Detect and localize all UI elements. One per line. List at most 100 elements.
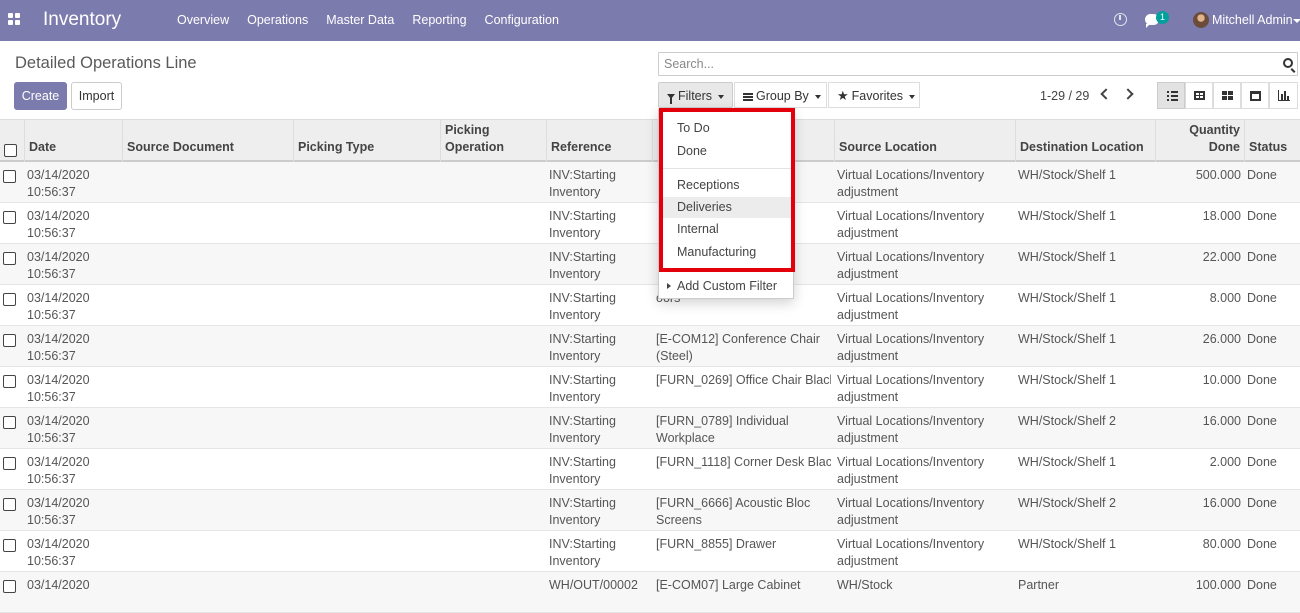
cell-quantity-done: 18.000	[1202, 209, 1241, 223]
table-row[interactable]: 03/14/2020 10:56:37 INV:Starting Inventory V…	[0, 162, 1300, 203]
cell-reference: INV:Starting Inventory	[549, 209, 616, 240]
cell-source-location: Virtual Locations/Inventory adjustment	[837, 414, 985, 445]
cell-date: 03/14/2020	[27, 578, 90, 592]
cell-product: [FURN_8855] Drawer	[656, 537, 777, 551]
cell-product: [FURN_0269] Office Chair Black	[656, 373, 831, 387]
row-checkbox[interactable]	[3, 375, 16, 388]
column-source-location[interactable]: Source Location	[834, 120, 1015, 162]
cell-source-location: Virtual Locations/Inventory adjustment	[837, 250, 985, 281]
column-picking-type[interactable]: Picking Type	[293, 120, 440, 162]
page-title: Detailed Operations Line	[15, 54, 197, 72]
import-button[interactable]: Import	[71, 82, 122, 110]
cell-status: Done	[1247, 455, 1277, 469]
cell-reference: INV:Starting Inventory	[549, 496, 616, 527]
pager-value[interactable]: 1-29 / 29	[1040, 89, 1089, 103]
cell-status: Done	[1247, 496, 1277, 510]
cell-source-location: Virtual Locations/Inventory adjustment	[837, 537, 985, 568]
user-name[interactable]: Mitchell Admin	[1212, 13, 1293, 27]
search-bar	[658, 52, 1298, 76]
cell-date: 03/14/2020 10:56:37	[27, 455, 90, 486]
row-checkbox[interactable]	[3, 170, 16, 183]
filters-button[interactable]: Filters	[658, 82, 733, 108]
column-reference[interactable]: Reference	[546, 120, 652, 162]
select-all-checkbox[interactable]	[4, 144, 17, 157]
cell-date: 03/14/2020 10:56:37	[27, 168, 90, 199]
list-view-icon[interactable]	[1157, 82, 1185, 109]
pivot-view-icon[interactable]	[1185, 82, 1213, 109]
cell-status: Done	[1247, 168, 1277, 182]
search-icon[interactable]	[1283, 58, 1293, 68]
activity-clock-icon[interactable]	[1114, 13, 1127, 26]
cell-destination-location: WH/Stock/Shelf 1	[1018, 291, 1116, 305]
cell-reference: INV:Starting Inventory	[549, 537, 616, 568]
table-header: Date Source Document Picking Type Pickin…	[0, 119, 1300, 162]
cell-source-location: Virtual Locations/Inventory adjustment	[837, 168, 985, 199]
row-checkbox[interactable]	[3, 334, 16, 347]
app-name[interactable]: Inventory	[43, 9, 121, 31]
row-checkbox[interactable]	[3, 498, 16, 511]
cell-status: Done	[1247, 414, 1277, 428]
cell-status: Done	[1247, 209, 1277, 223]
table-row[interactable]: 03/14/2020 10:56:37 INV:Starting Inventory V…	[0, 203, 1300, 244]
cell-quantity-done: 16.000	[1202, 414, 1241, 428]
cell-reference: INV:Starting Inventory	[549, 332, 616, 363]
search-input[interactable]	[659, 53, 1259, 75]
column-quantity-done[interactable]: Quantity Done	[1155, 120, 1244, 162]
add-custom-filter[interactable]: Add Custom Filter	[663, 276, 791, 297]
star-icon: ★	[837, 88, 849, 103]
user-menu-caret-icon[interactable]	[1293, 19, 1300, 23]
cell-destination-location: Partner	[1018, 578, 1059, 592]
cell-quantity-done: 2.000	[1209, 455, 1241, 469]
cell-date: 03/14/2020 10:56:37	[27, 373, 90, 404]
caret-down-icon	[718, 94, 725, 99]
cell-destination-location: WH/Stock/Shelf 1	[1018, 250, 1116, 264]
graph-view-icon[interactable]	[1269, 82, 1298, 109]
kanban-view-icon[interactable]	[1213, 82, 1241, 109]
cell-reference: INV:Starting Inventory	[549, 250, 616, 281]
create-button[interactable]: Create	[14, 82, 67, 110]
menu-reporting[interactable]: Reporting	[403, 0, 475, 41]
column-status[interactable]: Status	[1244, 120, 1300, 162]
pager-next-icon[interactable]	[1122, 88, 1134, 100]
row-checkbox[interactable]	[3, 580, 16, 593]
table-row[interactable]: 03/14/2020 10:56:37 INV:Starting Inventory […	[0, 449, 1300, 490]
row-checkbox[interactable]	[3, 252, 16, 265]
column-date[interactable]: Date	[24, 120, 122, 162]
table-row[interactable]: 03/14/2020 10:56:37 INV:Starting Inventory V…	[0, 244, 1300, 285]
cell-source-location: Virtual Locations/Inventory adjustment	[837, 496, 985, 527]
menu-overview[interactable]: Overview	[168, 0, 238, 41]
column-source-document[interactable]: Source Document	[122, 120, 293, 162]
favorites-button[interactable]: ★ Favorites	[828, 82, 920, 108]
cell-source-location: WH/Stock	[837, 578, 893, 592]
filter-icon	[667, 94, 675, 105]
group-by-label: Group By	[756, 89, 809, 103]
calendar-view-icon[interactable]	[1241, 82, 1269, 109]
table-row[interactable]: 03/14/2020 10:56:37 INV:Starting Inventory […	[0, 531, 1300, 572]
row-checkbox[interactable]	[3, 416, 16, 429]
table-row[interactable]: 03/14/202010:56:37INV:StartingInventoryo…	[0, 285, 1300, 326]
row-checkbox[interactable]	[3, 211, 16, 224]
cell-status: Done	[1247, 373, 1277, 387]
apps-menu-icon[interactable]	[8, 13, 22, 27]
table-row[interactable]: 03/14/2020 WH/OUT/00002 [E-COM07] Large Ca…	[0, 572, 1300, 613]
menu-master-data[interactable]: Master Data	[317, 0, 403, 41]
cell-destination-location: WH/Stock/Shelf 1	[1018, 455, 1116, 469]
row-checkbox[interactable]	[3, 457, 16, 470]
table-row[interactable]: 03/14/2020 10:56:37 INV:Starting Inventory […	[0, 326, 1300, 367]
cell-quantity-done: 500.000	[1195, 168, 1241, 182]
table-row[interactable]: 03/14/2020 10:56:37 INV:Starting Inventory […	[0, 490, 1300, 531]
cell-quantity-done: 16.000	[1202, 496, 1241, 510]
cell-status: Done	[1247, 578, 1277, 592]
group-by-button[interactable]: Group By	[734, 82, 827, 108]
row-checkbox[interactable]	[3, 539, 16, 552]
column-destination-location[interactable]: Destination Location	[1015, 120, 1155, 162]
table-row[interactable]: 03/14/2020 10:56:37 INV:Starting Inventory […	[0, 408, 1300, 449]
user-avatar[interactable]	[1193, 12, 1209, 28]
column-picking-operation[interactable]: Picking Operation	[440, 120, 546, 162]
pager-previous-icon[interactable]	[1100, 88, 1112, 100]
menu-configuration[interactable]: Configuration	[476, 0, 568, 41]
table-row[interactable]: 03/14/2020 10:56:37 INV:Starting Inventory […	[0, 367, 1300, 408]
row-checkbox[interactable]	[3, 293, 16, 306]
message-count-badge: 1	[1156, 11, 1169, 24]
menu-operations[interactable]: Operations	[238, 0, 317, 41]
